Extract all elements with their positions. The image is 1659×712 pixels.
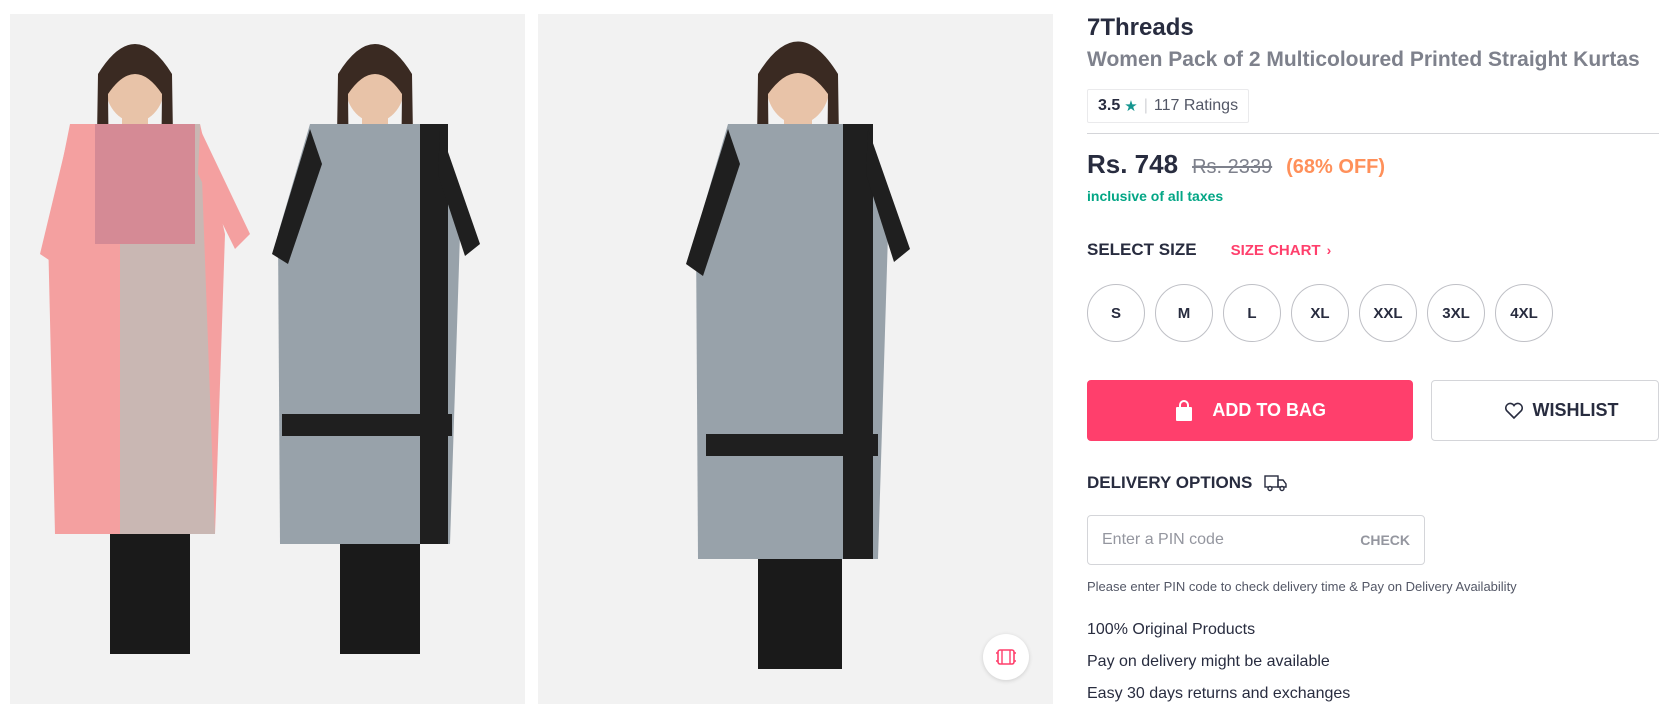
- bag-icon: [1174, 399, 1194, 422]
- product-photo-2: [538, 14, 1053, 704]
- select-size-title: SELECT SIZE: [1087, 240, 1197, 259]
- size-button-m[interactable]: M: [1155, 284, 1213, 342]
- chevron-right-icon: ›: [1326, 242, 1332, 258]
- discount-label: (68% OFF): [1286, 156, 1386, 178]
- divider: [1087, 133, 1659, 134]
- selling-price: Rs. 748: [1087, 149, 1179, 179]
- rating-count: 117 Ratings: [1153, 97, 1239, 114]
- similar-products-button[interactable]: [983, 634, 1029, 680]
- check-pincode-button[interactable]: CHECK: [1360, 532, 1410, 548]
- size-button-xxl[interactable]: XXL: [1359, 284, 1417, 342]
- feature-item: Easy 30 days returns and exchanges: [1087, 685, 1351, 702]
- heart-icon: [1504, 402, 1524, 420]
- rating-value: 3.5: [1098, 97, 1121, 114]
- size-header: SELECT SIZE SIZE CHART ›: [1087, 240, 1659, 260]
- wishlist-button[interactable]: WISHLIST: [1431, 380, 1659, 441]
- brand-name[interactable]: 7Threads: [1087, 12, 1659, 44]
- product-image-2[interactable]: [538, 14, 1053, 704]
- action-buttons: ADD TO BAG WISHLIST: [1087, 380, 1659, 441]
- feature-item: Pay on delivery might be available: [1087, 653, 1330, 670]
- rating-badge[interactable]: 3.5 ★ | 117 Ratings: [1087, 89, 1250, 123]
- price-row: Rs. 748 Rs. 2339 (68% OFF): [1087, 149, 1659, 180]
- size-button-s[interactable]: S: [1087, 284, 1145, 342]
- pincode-note: Please enter PIN code to check delivery …: [1087, 579, 1517, 594]
- size-options: S M L XL XXL 3XL 4XL: [1087, 284, 1659, 342]
- rating-separator: |: [1143, 97, 1148, 114]
- delivery-header: DELIVERY OPTIONS: [1087, 473, 1659, 493]
- size-button-xl[interactable]: XL: [1291, 284, 1349, 342]
- size-chart-link[interactable]: SIZE CHART ›: [1231, 242, 1332, 259]
- feature-item: 100% Original Products: [1087, 621, 1256, 638]
- delivery-features: 100% Original Products Pay on delivery m…: [1087, 614, 1659, 710]
- add-to-bag-label: ADD TO BAG: [1212, 400, 1327, 420]
- tax-note: inclusive of all taxes: [1087, 188, 1224, 204]
- size-chart-label: SIZE CHART: [1230, 241, 1321, 259]
- truck-icon: [1264, 474, 1288, 492]
- product-photo-1: [10, 14, 525, 704]
- wishlist-label: WISHLIST: [1532, 400, 1619, 420]
- delivery-options-title: DELIVERY OPTIONS: [1087, 473, 1253, 492]
- pincode-input[interactable]: [1102, 531, 1322, 549]
- add-to-bag-button[interactable]: ADD TO BAG: [1087, 380, 1414, 441]
- star-icon: ★: [1124, 98, 1138, 115]
- product-details: 7Threads Women Pack of 2 Multicoloured P…: [1087, 12, 1659, 710]
- product-gallery: [10, 14, 1053, 704]
- mrp-price: Rs. 2339: [1192, 156, 1273, 178]
- size-button-4xl[interactable]: 4XL: [1495, 284, 1553, 342]
- size-button-3xl[interactable]: 3XL: [1427, 284, 1485, 342]
- product-image-1[interactable]: [10, 14, 525, 704]
- product-title: Women Pack of 2 Multicoloured Printed St…: [1087, 48, 1640, 71]
- similar-products-icon: [994, 645, 1018, 669]
- size-button-l[interactable]: L: [1223, 284, 1281, 342]
- pincode-box: CHECK: [1087, 515, 1425, 565]
